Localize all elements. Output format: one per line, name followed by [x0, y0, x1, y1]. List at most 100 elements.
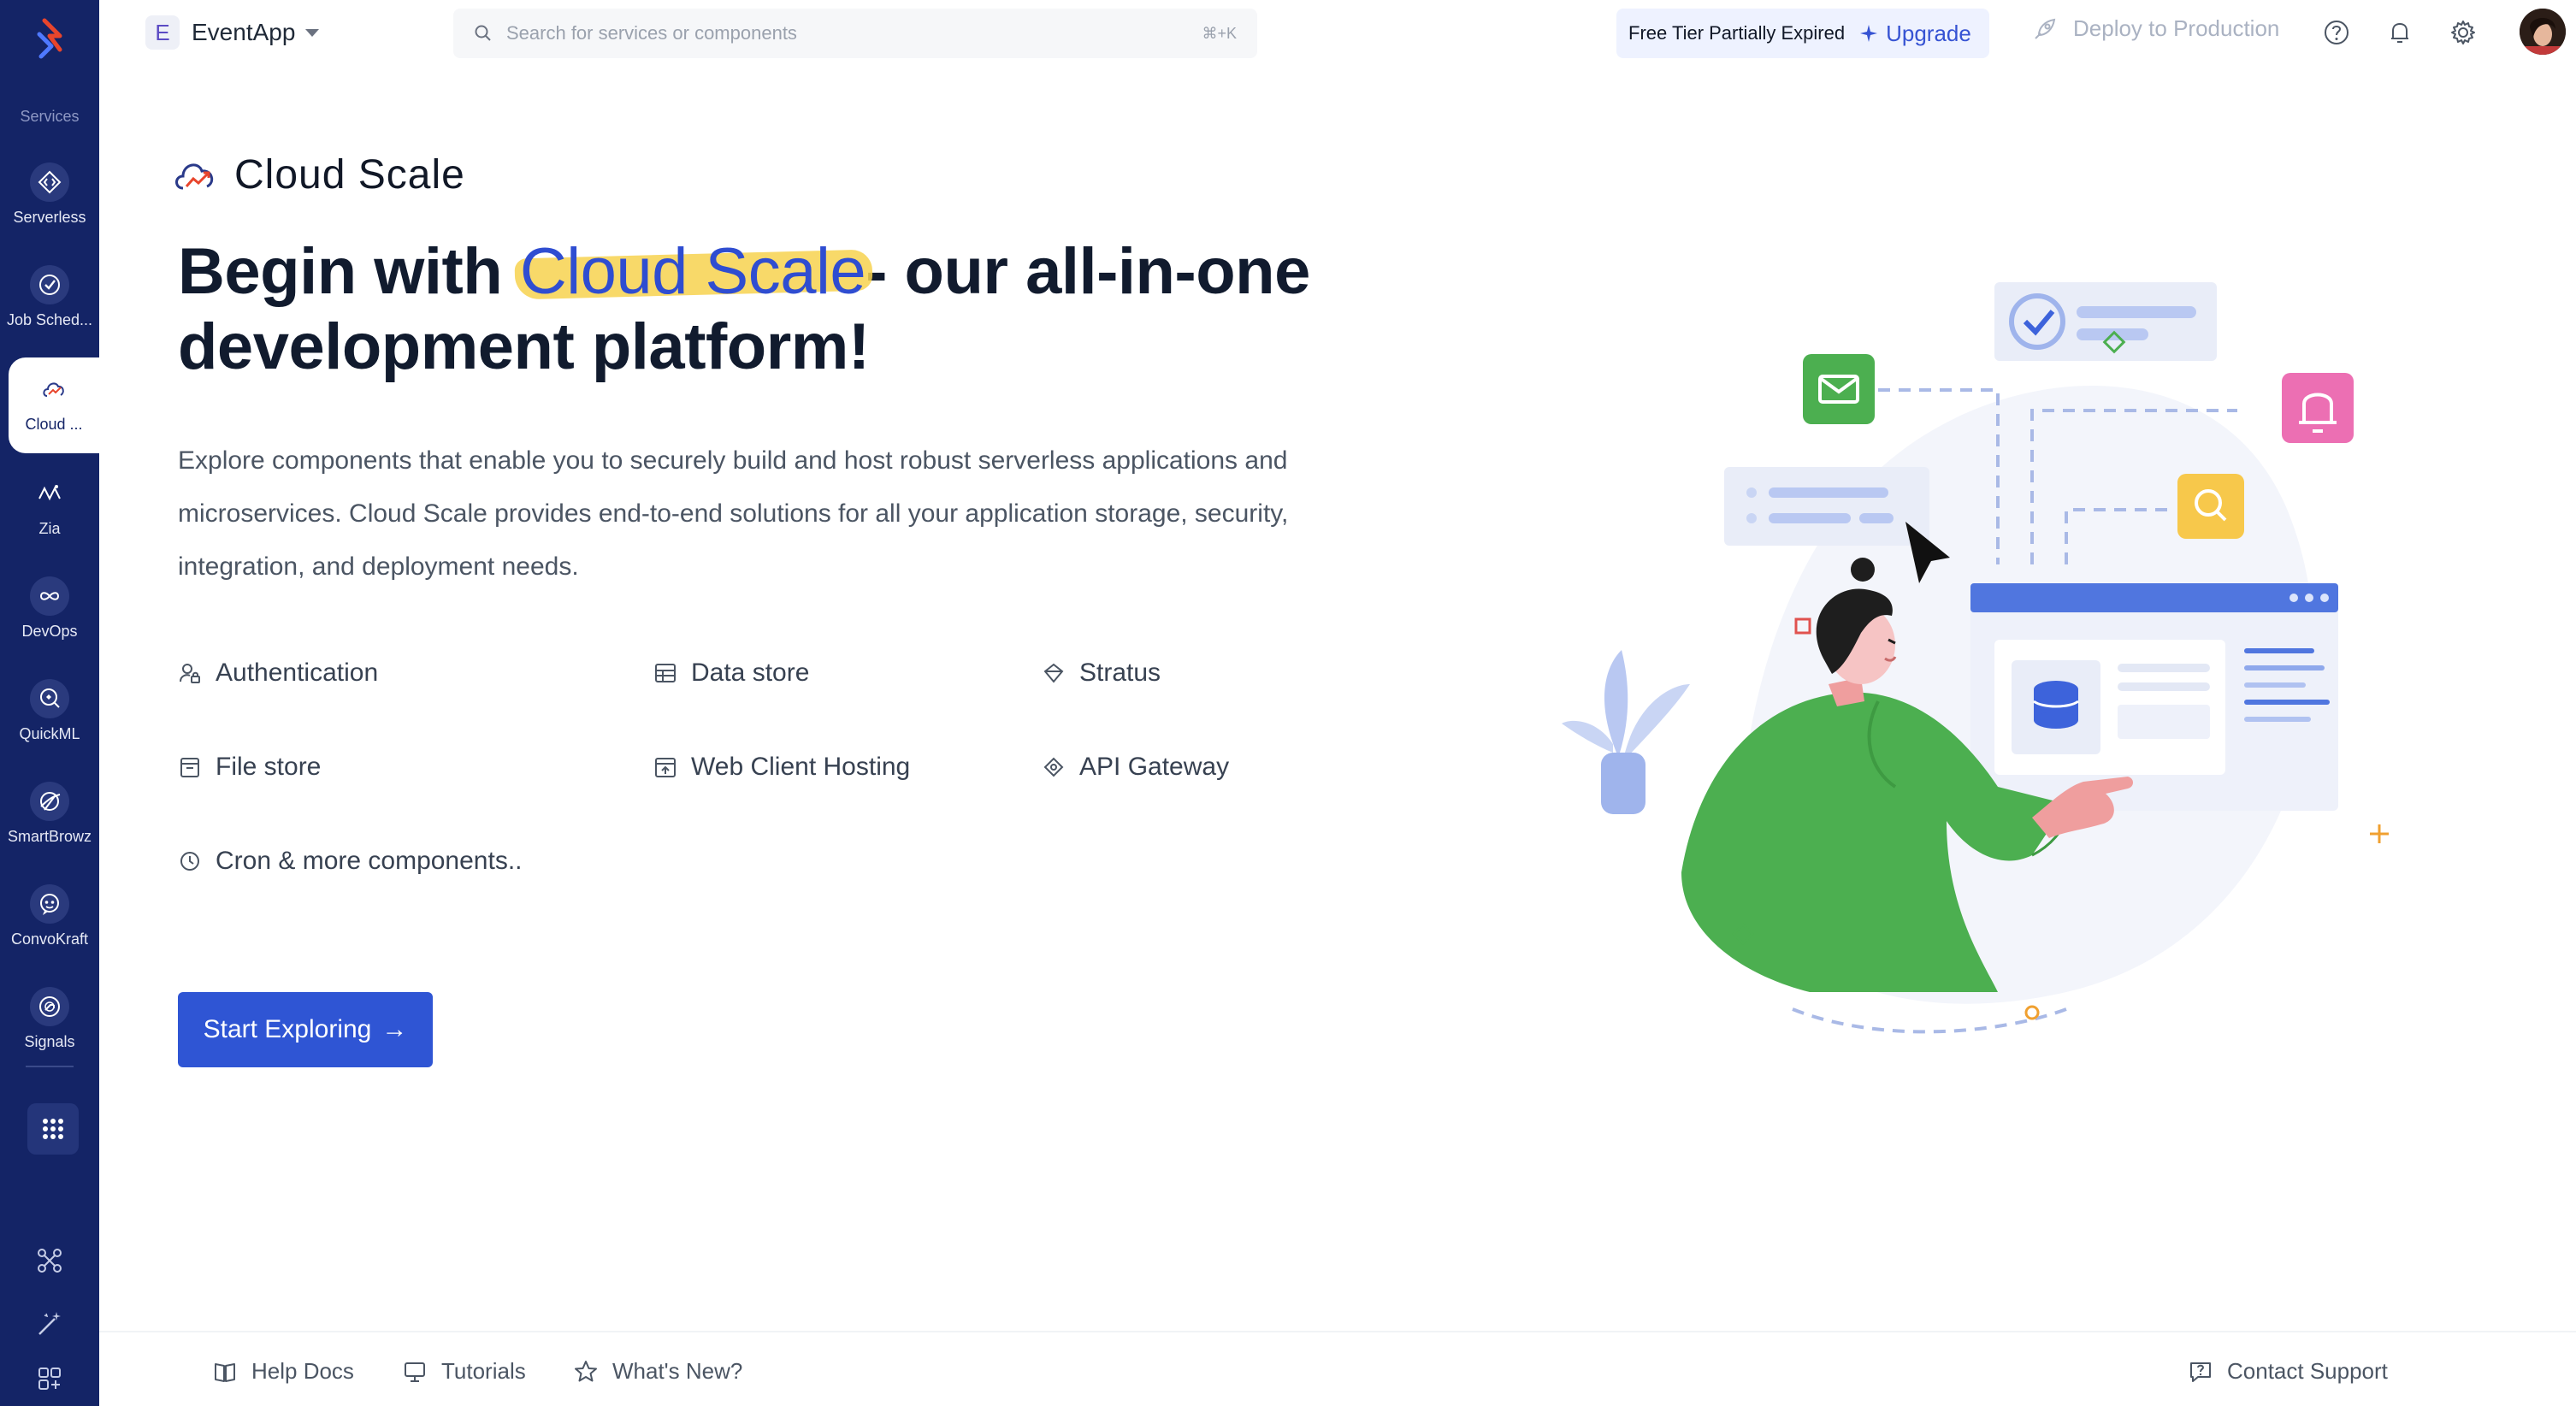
help-docs-label: Help Docs [251, 1358, 354, 1384]
feature-label: Authentication [216, 659, 379, 687]
zia-icon [30, 474, 69, 513]
whats-new-link[interactable]: What's New? [573, 1358, 742, 1385]
sidebar-item-label: SmartBrowz [7, 828, 92, 845]
magic-wand-icon [38, 1312, 61, 1335]
all-services-button[interactable] [27, 1103, 79, 1155]
sidebar-item-smartbrowz[interactable]: SmartBrowz [0, 770, 99, 865]
sidebar-item-devops[interactable]: DevOps [0, 564, 99, 660]
bucket-icon [1043, 663, 1064, 683]
help-icon[interactable] [2321, 17, 2352, 48]
search-input[interactable]: Search for services or components ⌘+K [453, 9, 1257, 58]
rocket-icon [2035, 18, 2056, 39]
folder-icon [180, 758, 199, 777]
search-shortcut: ⌘+K [1202, 24, 1237, 42]
cta-label: Start Exploring [203, 1015, 372, 1043]
api-gateway-icon [1043, 757, 1064, 777]
sidebar-item-label: Zia [38, 520, 61, 537]
feature-label: Web Client Hosting [691, 753, 911, 781]
integrations-button[interactable] [0, 1245, 99, 1276]
hero-headline: Begin with Cloud Scale- our all-in-one d… [178, 234, 1461, 385]
support-chat-icon [2190, 1362, 2211, 1382]
upgrade-label: Upgrade [1886, 20, 1971, 46]
sidebar-item-job-scheduling[interactable]: Job Sched... [0, 253, 99, 349]
feature-api-gateway: API Gateway [1042, 753, 1229, 782]
sidebar-item-convokraft[interactable]: ConvoKraft [0, 872, 99, 968]
sidebar-item-zia[interactable]: Zia [0, 462, 99, 558]
sidebar-item-cloud-scale[interactable]: Cloud ... [9, 357, 99, 453]
sidebar-item-label: Cloud ... [25, 416, 83, 433]
product-header: Cloud Scale [171, 151, 465, 198]
feature-label: API Gateway [1079, 753, 1230, 781]
tutorials-label: Tutorials [441, 1358, 526, 1384]
presentation-icon [405, 1362, 425, 1382]
nodes-icon [38, 1249, 62, 1273]
gear-icon[interactable] [2448, 17, 2479, 48]
user-avatar[interactable] [2520, 9, 2566, 55]
start-exploring-button[interactable]: Start Exploring → [178, 992, 433, 1067]
project-initial-badge: E [145, 15, 180, 50]
book-icon [215, 1362, 235, 1382]
web-hosting-icon [655, 758, 676, 777]
search-icon [475, 25, 491, 41]
feature-data-store: Data store [653, 659, 809, 688]
catalyst-logo[interactable] [26, 15, 74, 63]
code-brackets-icon [30, 162, 69, 202]
ml-bulb-icon [30, 679, 69, 718]
sidebar-item-label: QuickML [19, 725, 80, 742]
sidebar-item-serverless[interactable]: Serverless [0, 151, 99, 246]
infinity-icon [30, 576, 69, 616]
chat-bot-icon [30, 884, 69, 924]
sidebar-item-label: DevOps [21, 623, 78, 640]
arrow-right-icon: → [381, 1015, 408, 1043]
sidebar-item-label: Signals [24, 1033, 75, 1050]
star-icon [575, 1360, 597, 1381]
cloud-scale-icon [34, 369, 74, 409]
feature-label: File store [216, 753, 322, 781]
contact-support-link[interactable]: Contact Support [2188, 1358, 2388, 1385]
signal-icon [30, 987, 69, 1026]
contact-support-label: Contact Support [2227, 1358, 2388, 1384]
database-table-icon [655, 664, 676, 682]
search-placeholder: Search for services or components [506, 22, 797, 44]
tier-status-text: Free Tier Partially Expired [1628, 22, 1846, 44]
sparkle-icon [1860, 25, 1878, 42]
chevron-down-icon [305, 28, 320, 37]
project-switcher[interactable]: E EventApp [145, 14, 320, 51]
tier-banner: Free Tier Partially Expired Upgrade [1616, 9, 1989, 58]
grid-dots-icon [43, 1119, 63, 1139]
apps-grid-icon [38, 1368, 61, 1390]
feature-list: Authentication Data store Stratus File s… [178, 659, 1290, 915]
footer: Help Docs Tutorials What's New? Contact … [99, 1331, 2576, 1406]
tutorials-link[interactable]: Tutorials [402, 1358, 526, 1385]
feature-label: Data store [691, 659, 810, 687]
sidebar-divider [26, 1066, 74, 1067]
feature-label: Stratus [1079, 659, 1161, 687]
feature-label: Cron & more components.. [216, 847, 523, 875]
headline-highlight: Cloud Scale [519, 235, 866, 308]
whats-new-label: What's New? [612, 1358, 743, 1384]
deploy-to-production-button[interactable]: Deploy to Production [2032, 15, 2279, 42]
cloud-scale-icon [175, 163, 214, 190]
main-content: E EventApp Search for services or compon… [99, 0, 2576, 1406]
magic-wand-button[interactable] [0, 1309, 99, 1339]
feature-web-client-hosting: Web Client Hosting [653, 753, 910, 782]
product-title: Cloud Scale [234, 151, 465, 198]
sidebar-item-signals[interactable]: Signals [0, 975, 99, 1071]
sidebar-item-label: ConvoKraft [10, 930, 89, 948]
deploy-label: Deploy to Production [2073, 15, 2280, 41]
help-docs-link[interactable]: Help Docs [212, 1358, 354, 1385]
headline-prefix: Begin with [178, 235, 520, 308]
apps-button[interactable] [0, 1363, 99, 1394]
project-name: EventApp [192, 19, 296, 45]
upgrade-button[interactable]: Upgrade [1858, 21, 1971, 47]
clock-icon [180, 852, 199, 871]
feature-authentication: Authentication [178, 659, 378, 688]
bell-icon[interactable] [2384, 17, 2415, 48]
feature-file-store: File store [178, 753, 321, 782]
feature-stratus: Stratus [1042, 659, 1161, 688]
user-lock-icon [180, 664, 200, 683]
sidebar-item-quickml[interactable]: QuickML [0, 667, 99, 763]
clock-check-icon [30, 265, 69, 304]
services-section-label: Services [20, 108, 80, 125]
feature-cron: Cron & more components.. [178, 847, 523, 876]
